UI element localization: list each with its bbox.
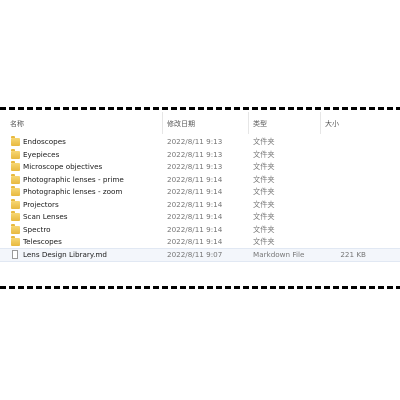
folder-icon bbox=[11, 236, 20, 246]
file-type: 文件夹 bbox=[253, 149, 275, 159]
bottom-dashed-border bbox=[0, 286, 400, 289]
file-date: 2022/8/11 9:13 bbox=[167, 137, 223, 146]
file-type: 文件夹 bbox=[253, 224, 275, 234]
file-date: 2022/8/11 9:13 bbox=[167, 162, 223, 171]
folder-icon bbox=[11, 173, 20, 184]
file-name: Telescopes bbox=[23, 237, 62, 246]
file-date: 2022/8/11 9:13 bbox=[167, 149, 223, 159]
folder-icon bbox=[11, 186, 20, 196]
folder-icon bbox=[11, 161, 20, 171]
column-header-size[interactable]: 大小 bbox=[325, 119, 339, 129]
file-type: 文件夹 bbox=[253, 162, 275, 171]
file-date: 2022/8/11 9:07 bbox=[167, 249, 223, 259]
file-row[interactable]: Scan Lenses 2022/8/11 9:14 文件夹 bbox=[0, 211, 400, 223]
file-name: Eyepieces bbox=[23, 149, 60, 159]
file-date: 2022/8/11 9:14 bbox=[167, 187, 223, 196]
file-list: 名称 修改日期 类型 大小 Endoscopes 2022/8/11 9:13 … bbox=[0, 112, 400, 282]
file-row[interactable]: Spectro 2022/8/11 9:14 文件夹 bbox=[0, 223, 400, 236]
file-row[interactable]: Photographic lenses - zoom 2022/8/11 9:1… bbox=[0, 186, 400, 198]
file-date: 2022/8/11 9:14 bbox=[167, 237, 223, 246]
folder-icon bbox=[11, 198, 20, 209]
markdown-file-icon bbox=[12, 249, 18, 259]
file-type: 文件夹 bbox=[253, 187, 275, 196]
file-type: Markdown File bbox=[253, 249, 305, 259]
file-name: Microscope objectives bbox=[23, 162, 103, 171]
file-type: 文件夹 bbox=[253, 212, 275, 221]
folder-icon bbox=[11, 223, 20, 234]
file-type: 文件夹 bbox=[253, 237, 275, 246]
column-header-name[interactable]: 名称 bbox=[10, 119, 24, 129]
file-row[interactable]: Projectors 2022/8/11 9:14 文件夹 bbox=[0, 198, 400, 211]
file-name: Photographic lenses - prime bbox=[23, 174, 124, 184]
file-row[interactable]: Photographic lenses - prime 2022/8/11 9:… bbox=[0, 173, 400, 186]
top-dashed-border bbox=[0, 107, 400, 110]
file-name: Lens Design Library.md bbox=[23, 249, 107, 259]
file-size: 221 KB bbox=[340, 249, 366, 259]
file-row[interactable]: Endoscopes 2022/8/11 9:13 文件夹 bbox=[0, 136, 400, 148]
file-type: 文件夹 bbox=[253, 137, 275, 146]
file-name: Photographic lenses - zoom bbox=[23, 187, 123, 196]
column-header-row: 名称 修改日期 类型 大小 bbox=[0, 112, 400, 134]
file-row[interactable]: Telescopes 2022/8/11 9:14 文件夹 bbox=[0, 236, 400, 248]
column-header-type[interactable]: 类型 bbox=[253, 119, 267, 129]
file-row[interactable]: Microscope objectives 2022/8/11 9:13 文件夹 bbox=[0, 161, 400, 173]
file-date: 2022/8/11 9:14 bbox=[167, 224, 223, 234]
file-name: Scan Lenses bbox=[23, 212, 68, 221]
file-name: Spectro bbox=[23, 224, 51, 234]
file-name: Endoscopes bbox=[23, 137, 66, 146]
column-divider[interactable] bbox=[162, 112, 163, 134]
folder-icon bbox=[11, 136, 20, 146]
column-header-date[interactable]: 修改日期 bbox=[167, 119, 195, 129]
file-type: 文件夹 bbox=[253, 199, 275, 209]
column-divider[interactable] bbox=[248, 112, 249, 134]
file-type: 文件夹 bbox=[253, 174, 275, 184]
folder-icon bbox=[11, 211, 20, 221]
file-name: Projectors bbox=[23, 199, 59, 209]
file-row[interactable]: Lens Design Library.md 2022/8/11 9:07 Ma… bbox=[0, 247, 400, 262]
file-date: 2022/8/11 9:14 bbox=[167, 174, 223, 184]
file-row[interactable]: Eyepieces 2022/8/11 9:13 文件夹 bbox=[0, 148, 400, 161]
file-date: 2022/8/11 9:14 bbox=[167, 212, 223, 221]
folder-icon bbox=[11, 148, 20, 159]
file-date: 2022/8/11 9:14 bbox=[167, 199, 223, 209]
column-divider[interactable] bbox=[320, 112, 321, 134]
